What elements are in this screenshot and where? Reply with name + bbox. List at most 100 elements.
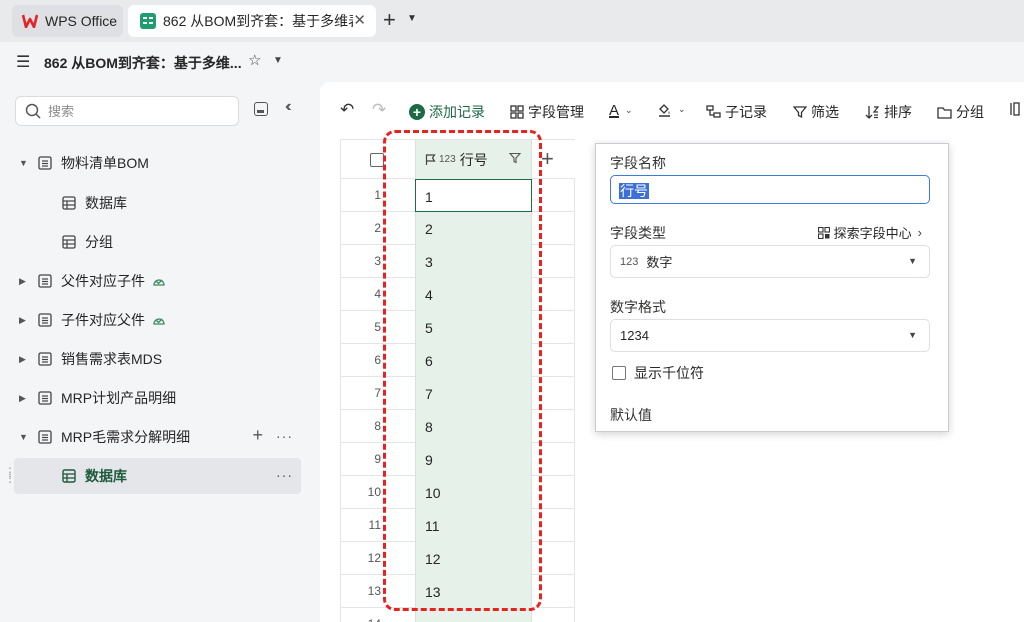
grid-cell[interactable]: 8 <box>415 410 532 443</box>
chevron-right-icon: › <box>917 225 922 240</box>
sort-icon <box>865 106 880 119</box>
table-row[interactable]: 10 10 <box>341 476 575 509</box>
grid-cell[interactable]: 9 <box>415 443 532 476</box>
number-format-select[interactable]: 1234 ▼ <box>610 319 930 352</box>
document-title[interactable]: 862 从BOM到齐套：基于多维... <box>44 53 242 73</box>
new-tab-plus-icon[interactable]: + <box>383 8 396 32</box>
chevron-down-icon[interactable]: ▼ <box>273 55 283 66</box>
sidebar-item-database-active[interactable]: 数据库 ··· <box>14 458 301 494</box>
table-row[interactable]: 77 <box>341 377 575 410</box>
grid-cell[interactable]: 6 <box>415 344 532 377</box>
sidebar-item-child-parent[interactable]: ▶ 子件对应父件 <box>14 302 301 338</box>
sidebar-item-bom[interactable]: ▼ 物料清单BOM <box>14 145 301 181</box>
sub-record-icon <box>706 105 721 118</box>
menu-icon[interactable]: ☰ <box>16 52 30 72</box>
filter-icon[interactable] <box>509 152 521 164</box>
grid-cell[interactable]: 3 <box>415 245 532 278</box>
table-row[interactable]: 13 13 <box>341 575 575 608</box>
sidebar-item-sales-mds[interactable]: ▶ 销售需求表MDS <box>14 341 301 377</box>
table-row[interactable]: 88 <box>341 410 575 443</box>
table-row[interactable]: 12 12 <box>341 542 575 575</box>
sub-record-button[interactable]: 子记录 <box>706 102 767 122</box>
sort-button[interactable]: 排序 <box>865 102 912 122</box>
sub-record-label: 子记录 <box>725 104 767 120</box>
table-row[interactable]: 11 <box>341 179 575 212</box>
sidebar-item-database[interactable]: 数据库 <box>14 185 301 221</box>
expand-arrow-icon[interactable]: ▼ <box>19 432 31 442</box>
grid-cell[interactable]: 1 <box>415 179 532 212</box>
sidebar-item-label: 物料清单BOM <box>61 155 149 171</box>
field-type-select[interactable]: 123 数字 ▼ <box>610 245 930 278</box>
sidebar-item-parent-child[interactable]: ▶ 父件对应子件 <box>14 263 301 299</box>
toolbar: ↶ ↷ + 添加记录 字段管理 A ⌄ ⌄ 子记录 筛选 排序 分组 <box>320 82 1024 140</box>
primary-field-flag-icon <box>425 153 436 165</box>
field-manage-label: 字段管理 <box>528 104 584 120</box>
grid-cell[interactable]: 5 <box>415 311 532 344</box>
expand-arrow-icon[interactable]: ▶ <box>19 393 31 404</box>
sidebar-item-label: 父件对应子件 <box>61 273 145 289</box>
search-box[interactable] <box>15 96 239 126</box>
group-label: 分组 <box>956 104 984 120</box>
field-manage-button[interactable]: 字段管理 <box>510 102 584 122</box>
grid-cell[interactable]: 13 <box>415 575 532 608</box>
chevron-down-icon[interactable]: ▼ <box>407 13 417 24</box>
tab-wps-office[interactable]: WPS Office <box>12 5 123 37</box>
table-icon <box>38 313 52 327</box>
table-row[interactable]: 14 <box>341 608 575 622</box>
redo-icon[interactable]: ↷ <box>372 100 386 120</box>
select-all-checkbox[interactable] <box>370 153 384 167</box>
undo-icon[interactable]: ↶ <box>340 100 354 120</box>
explore-field-center-link[interactable]: 探索字段中心 › <box>817 223 922 242</box>
expand-arrow-icon[interactable]: ▶ <box>19 276 31 287</box>
row-index: 14 <box>341 617 381 622</box>
grid-cell[interactable]: 11 <box>415 509 532 542</box>
panel-toggle-icon[interactable] <box>254 102 268 116</box>
grid-cell[interactable]: 4 <box>415 278 532 311</box>
collapse-sidebar-icon[interactable]: ‹‹ <box>285 98 291 116</box>
sidebar-item-mrp-gross[interactable]: ▼ MRP毛需求分解明细 + ··· <box>14 419 301 455</box>
expand-arrow-icon[interactable]: ▶ <box>19 354 31 365</box>
close-icon[interactable]: ✕ <box>353 11 366 29</box>
sidebar-item-mrp-plan[interactable]: ▶ MRP计划产品明细 <box>14 380 301 416</box>
grid-cell[interactable]: 10 <box>415 476 532 509</box>
table-row[interactable]: 33 <box>341 245 575 278</box>
table-row[interactable]: 99 <box>341 443 575 476</box>
sidebar-item-group[interactable]: 分组 <box>14 224 301 260</box>
row-tail <box>532 311 575 344</box>
table-row[interactable]: 66 <box>341 344 575 377</box>
table-row[interactable]: 11 11 <box>341 509 575 542</box>
field-name-input[interactable]: 行号 <box>610 175 930 204</box>
table-icon <box>38 430 52 444</box>
grid-cell[interactable]: 2 <box>415 212 532 245</box>
table-row[interactable]: 44 <box>341 278 575 311</box>
text-color-button[interactable]: A ⌄ <box>609 102 633 119</box>
table-row[interactable]: 55 <box>341 311 575 344</box>
add-view-plus-icon[interactable]: + <box>252 425 263 446</box>
row-index: 6 <box>374 353 381 367</box>
more-icon[interactable]: ··· <box>276 467 293 483</box>
number-type-badge: 123 <box>620 255 639 268</box>
text-color-icon: A <box>609 102 620 119</box>
grid-cell[interactable] <box>415 608 532 622</box>
thousands-separator-option[interactable]: 显示千位符 <box>612 363 704 383</box>
add-record-button[interactable]: + 添加记录 <box>409 102 485 122</box>
filter-button[interactable]: 筛选 <box>793 102 839 122</box>
row-index: 12 <box>367 551 381 565</box>
grid-cell[interactable]: 12 <box>415 542 532 575</box>
more-toolbar-button[interactable] <box>1010 102 1020 116</box>
grid-cell[interactable]: 7 <box>415 377 532 410</box>
column-header-row-number[interactable]: 123 行号 <box>415 140 532 179</box>
add-column-plus-icon[interactable]: + <box>541 147 554 171</box>
drag-handle-icon[interactable]: ⋮ ⋮ <box>4 466 16 484</box>
search-input[interactable] <box>48 102 228 120</box>
thousands-separator-checkbox[interactable] <box>612 366 626 380</box>
fill-color-button[interactable]: ⌄ <box>657 102 686 117</box>
expand-arrow-icon[interactable]: ▶ <box>19 315 31 326</box>
group-button[interactable]: 分组 <box>937 102 984 122</box>
star-icon[interactable]: ☆ <box>248 51 261 69</box>
tab-document[interactable]: 862 从BOM到齐套：基于多维表格 ✕ <box>128 5 376 37</box>
expand-arrow-icon[interactable]: ▼ <box>19 158 31 168</box>
table-row[interactable]: 22 <box>341 212 575 245</box>
row-tail <box>532 212 575 245</box>
more-icon[interactable]: ··· <box>276 428 293 444</box>
